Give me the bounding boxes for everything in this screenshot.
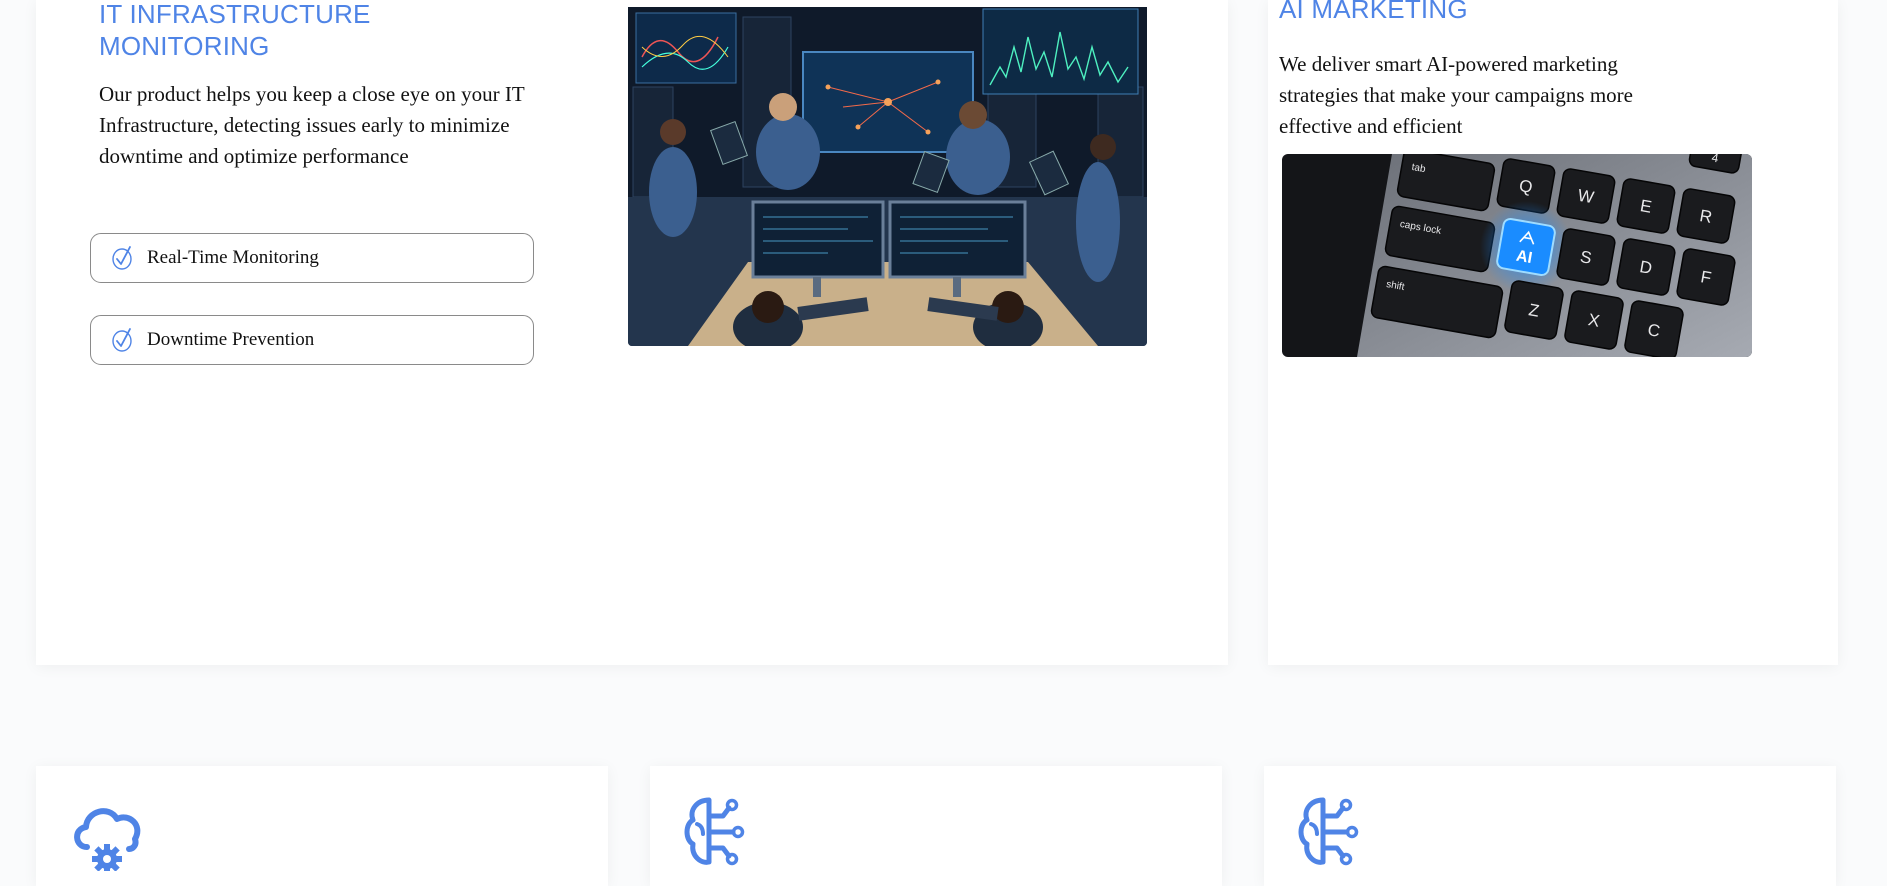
keyboard-key: W bbox=[1556, 168, 1616, 224]
keyboard-key: F bbox=[1676, 248, 1736, 306]
ai-keyboard-image: tab Q W E Rcaps lock AI S D Fshift Z X C 4 bbox=[1282, 154, 1752, 357]
feature-label: Downtime Prevention bbox=[147, 329, 315, 350]
feature-real-time-monitoring[interactable]: Real-Time Monitoring bbox=[90, 233, 534, 283]
svg-text:W: W bbox=[1576, 186, 1595, 207]
service-card-ai-brain bbox=[650, 766, 1222, 886]
it-section-title: IT INFRASTRUCTURE MONITORING bbox=[99, 0, 371, 61]
ai-section-title: AI MARKETING bbox=[1279, 0, 1468, 24]
keyboard-key: D bbox=[1616, 238, 1676, 296]
feature-downtime-prevention[interactable]: Downtime Prevention bbox=[90, 315, 534, 365]
service-card-ai-brain-2 bbox=[1264, 766, 1836, 886]
brain-circuit-icon bbox=[683, 796, 745, 868]
keyboard-key: C bbox=[1624, 300, 1684, 357]
it-description-line-2: Infrastructure, detecting issues early t… bbox=[99, 113, 510, 168]
feature-label: Real-Time Monitoring bbox=[147, 247, 319, 268]
keyboard-key: S bbox=[1556, 228, 1616, 286]
it-section-description: Our product helps you keep a close eye o… bbox=[99, 79, 539, 172]
ai-section-description: We deliver smart AI-powered marketing st… bbox=[1279, 52, 1633, 138]
keyboard-key: X bbox=[1564, 290, 1624, 350]
keyboard-key: R bbox=[1676, 188, 1736, 244]
keyboard-key: E bbox=[1616, 178, 1676, 234]
check-icon bbox=[111, 327, 133, 353]
keyboard-key: Z bbox=[1504, 280, 1564, 340]
it-description-line-1: Our product helps you keep a close eye o… bbox=[99, 82, 525, 106]
cloud-gear-icon bbox=[71, 801, 145, 874]
service-card-cloud bbox=[36, 766, 608, 886]
svg-text:AI: AI bbox=[1515, 248, 1534, 268]
team-monitoring-image bbox=[628, 7, 1147, 346]
check-icon bbox=[111, 245, 133, 271]
brain-circuit-icon bbox=[1297, 796, 1359, 868]
